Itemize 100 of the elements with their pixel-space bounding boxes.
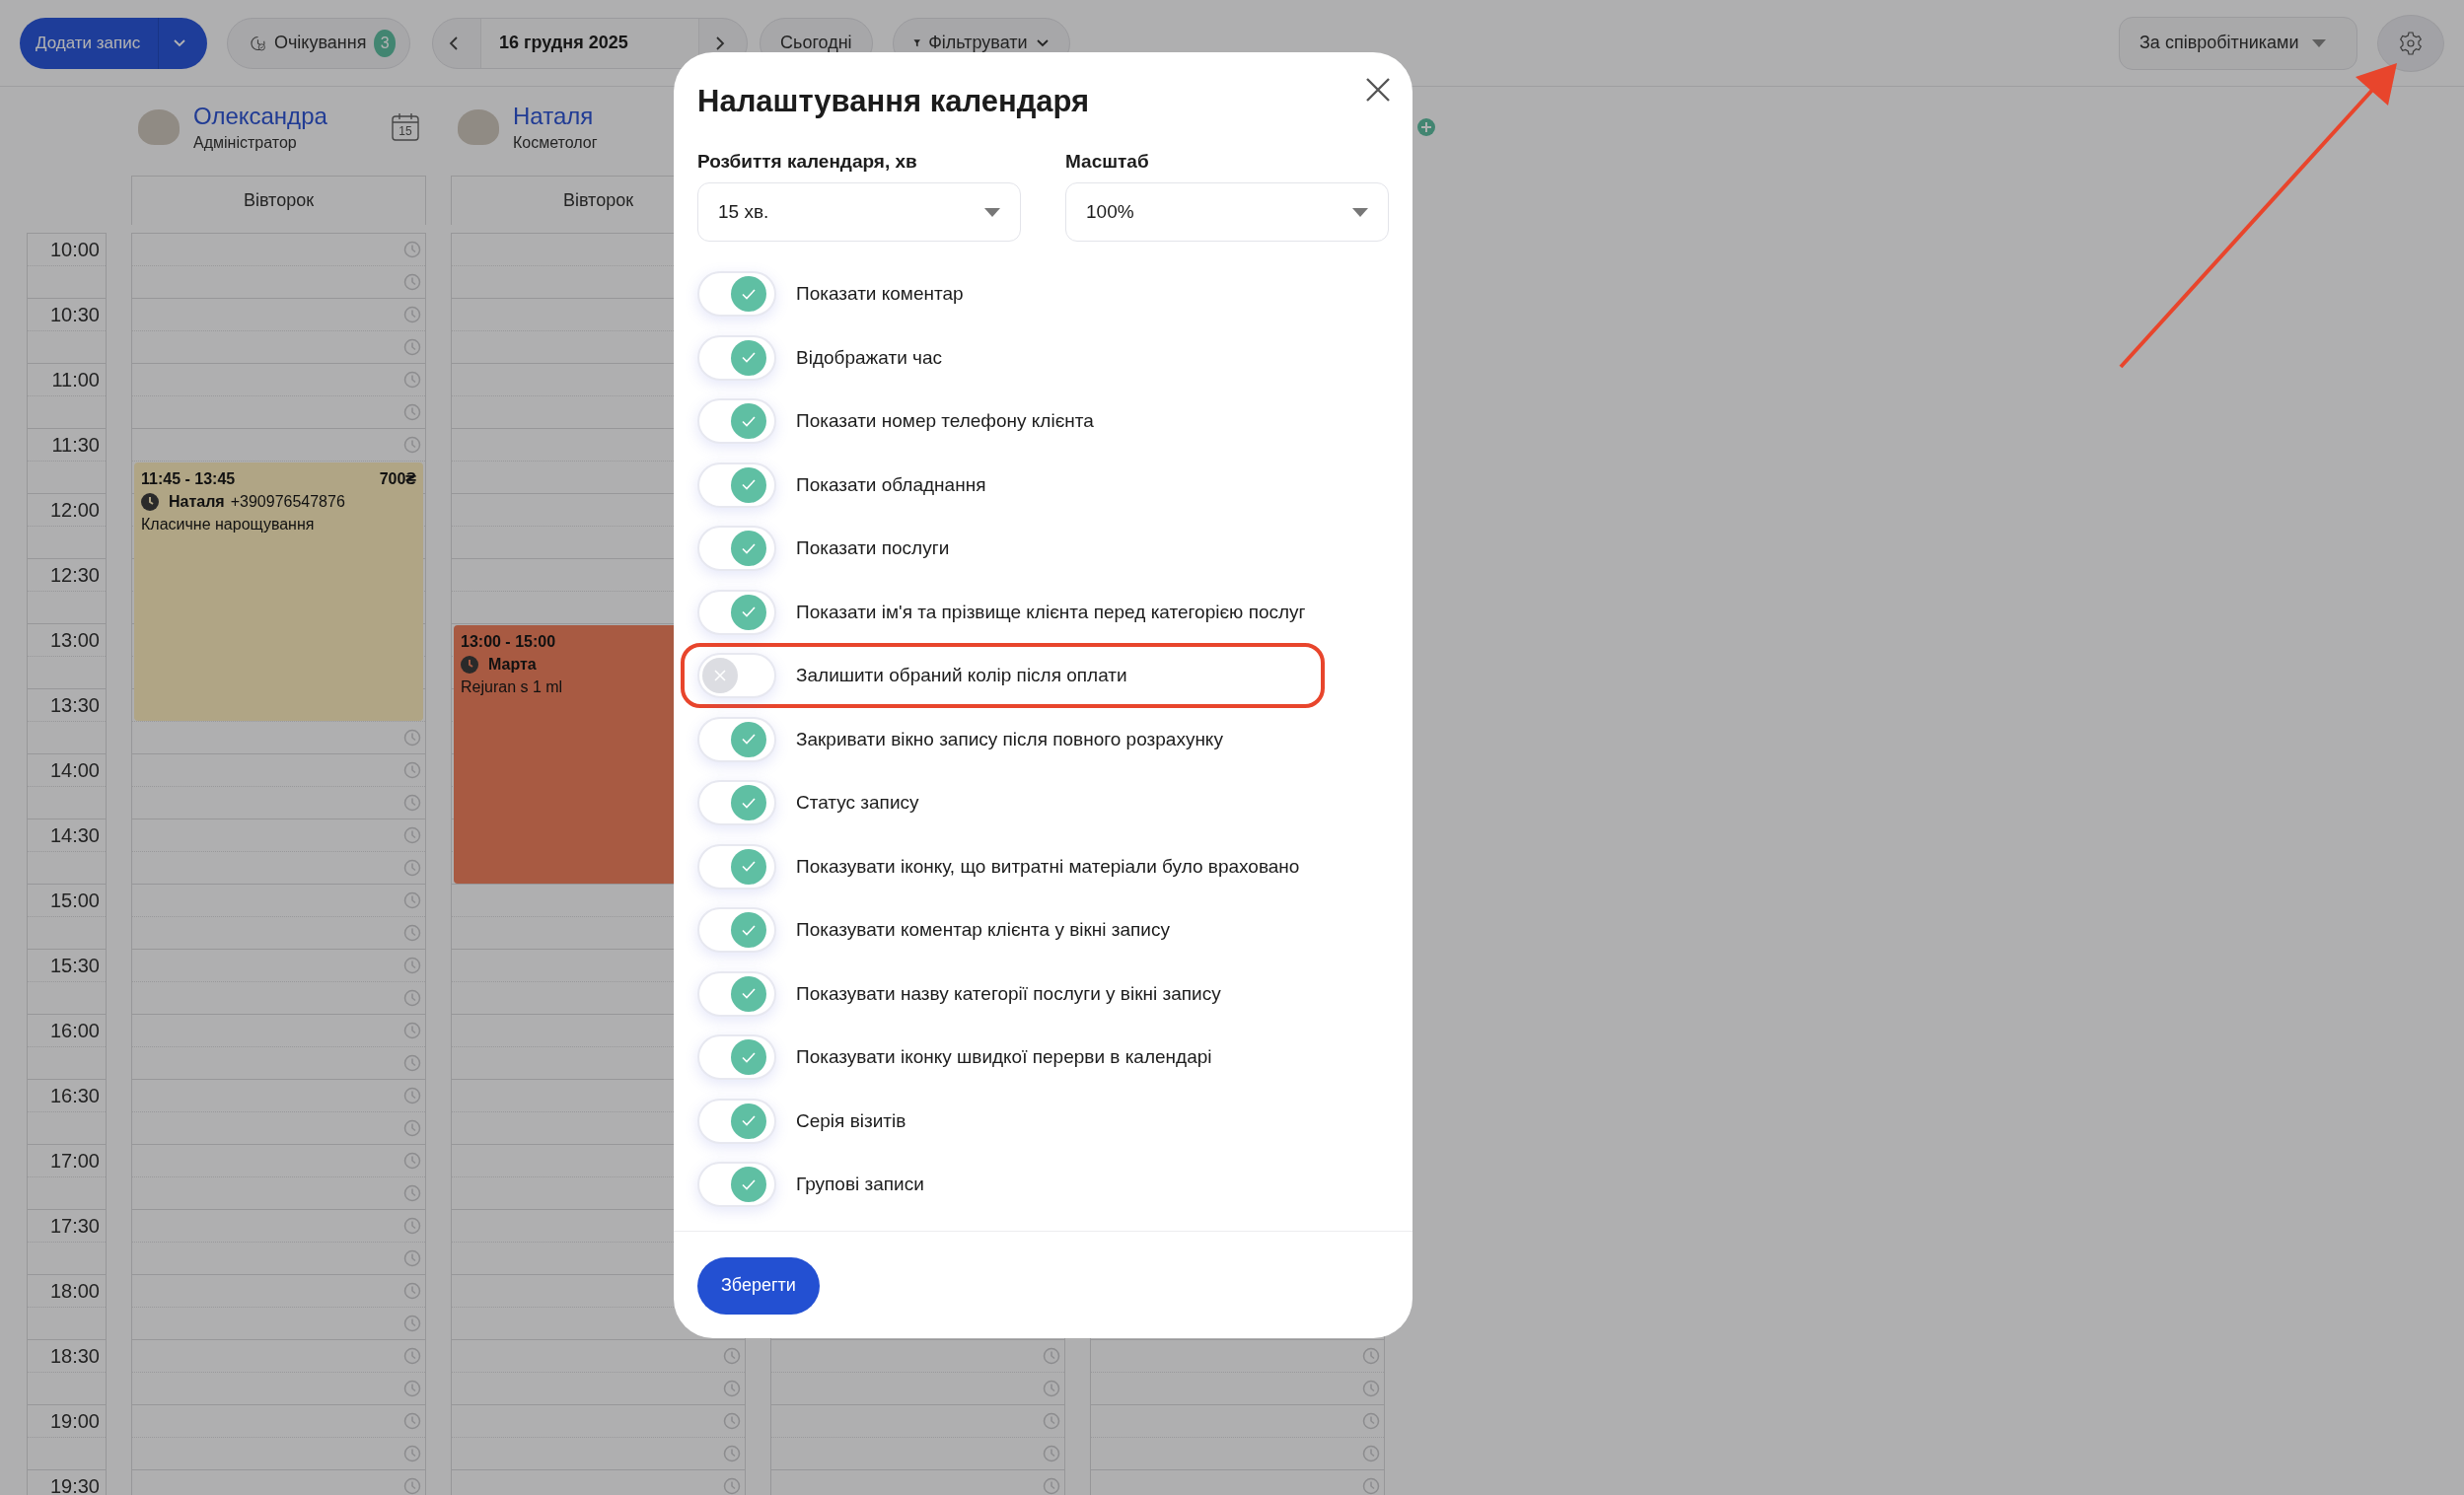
select-field[interactable]: 100% bbox=[1065, 182, 1389, 242]
toggle-switch[interactable] bbox=[697, 1162, 776, 1208]
time-label: 15:30 bbox=[48, 954, 101, 978]
check-icon bbox=[742, 861, 756, 873]
clock-icon bbox=[723, 1477, 741, 1495]
check-icon bbox=[742, 479, 756, 491]
clock-icon bbox=[403, 1380, 421, 1397]
plus-icon[interactable] bbox=[1417, 118, 1435, 136]
check-icon bbox=[742, 542, 756, 554]
staff-name[interactable]: Наталя bbox=[513, 103, 598, 130]
time-label: 14:30 bbox=[48, 823, 101, 848]
clock-icon bbox=[403, 1445, 421, 1462]
clock-icon bbox=[403, 1184, 421, 1202]
view-select[interactable]: За співробітниками bbox=[2119, 16, 2357, 70]
toggle-switch[interactable] bbox=[697, 589, 776, 635]
time-label: 15:00 bbox=[48, 889, 101, 913]
dropdown-toggle[interactable] bbox=[158, 17, 207, 69]
time-label: 11:30 bbox=[50, 433, 101, 458]
check-icon bbox=[742, 352, 756, 364]
clock-icon bbox=[1043, 1412, 1060, 1430]
clock-icon bbox=[1362, 1380, 1380, 1397]
select-field[interactable]: 15 хв. bbox=[697, 182, 1021, 242]
appointment-card[interactable]: 11:45 - 13:45 700₴ Наталя +390976547876 Класичне нарощування bbox=[134, 463, 423, 721]
clock-icon bbox=[723, 1347, 741, 1365]
clock-icon bbox=[723, 1412, 741, 1430]
add-entry-button[interactable]: Додати запис bbox=[20, 17, 158, 69]
clock-icon bbox=[723, 1445, 741, 1462]
clock-icon bbox=[1043, 1380, 1060, 1397]
time-label: 12:30 bbox=[48, 563, 101, 588]
time-label: 19:00 bbox=[48, 1409, 101, 1434]
option-label: Показувати іконку, що витратні матеріали було враховано bbox=[796, 855, 1300, 878]
clock-icon bbox=[403, 1054, 421, 1072]
time-label: 18:30 bbox=[48, 1344, 101, 1369]
clock-icon bbox=[1043, 1445, 1060, 1462]
field-label: Розбиття календаря, хв bbox=[697, 151, 918, 173]
chevron-left-icon bbox=[449, 35, 459, 51]
appointment-time: 13:00 - 15:00 bbox=[461, 633, 556, 651]
toggle-switch[interactable] bbox=[697, 1034, 776, 1081]
toggle-switch[interactable] bbox=[697, 526, 776, 572]
time-label: 14:00 bbox=[48, 758, 101, 783]
service-name: Класичне нарощування bbox=[141, 516, 316, 534]
toggle-switch[interactable] bbox=[697, 780, 776, 826]
toggle-switch[interactable] bbox=[697, 398, 776, 445]
field-label: Масштаб bbox=[1065, 151, 1150, 173]
clock-icon bbox=[403, 826, 421, 844]
toggle-switch[interactable] bbox=[697, 970, 776, 1017]
time-label: 18:00 bbox=[48, 1279, 101, 1304]
clock-icon bbox=[403, 241, 421, 258]
toggle-switch[interactable] bbox=[697, 462, 776, 508]
option-label: Показати коментар bbox=[796, 283, 964, 306]
clock-icon bbox=[723, 1380, 741, 1397]
toggle-switch[interactable] bbox=[697, 907, 776, 954]
time-label: 11:00 bbox=[50, 368, 101, 392]
option-label: Серія візитів bbox=[796, 1109, 906, 1132]
clock-icon bbox=[403, 1347, 421, 1365]
option-label: Показати обладнання bbox=[796, 473, 986, 496]
toggle-switch[interactable] bbox=[697, 843, 776, 890]
option-label: Показувати коментар клієнта у вікні запису bbox=[796, 919, 1170, 942]
dropdown-arrow-icon bbox=[984, 207, 1000, 217]
clock-icon bbox=[403, 761, 421, 779]
option-label: Відображати час bbox=[796, 346, 942, 369]
save-button[interactable]: Зберегти bbox=[697, 1256, 820, 1315]
clock-icon bbox=[1043, 1347, 1060, 1365]
option-label: Закривати вікно запису після повного розрахунку bbox=[796, 728, 1223, 750]
clock-icon bbox=[403, 891, 421, 909]
toggle-switch[interactable] bbox=[697, 271, 776, 318]
clock-icon bbox=[403, 1217, 421, 1235]
avatar-placeholder bbox=[458, 109, 499, 145]
check-icon bbox=[742, 606, 756, 618]
check-icon bbox=[742, 988, 756, 1000]
cross-icon bbox=[714, 670, 726, 682]
time-label: 13:30 bbox=[48, 693, 101, 718]
waitlist-button[interactable]: Очікування 3 bbox=[227, 17, 410, 69]
toggle-switch[interactable] bbox=[697, 334, 776, 381]
clock-icon bbox=[1362, 1412, 1380, 1430]
clock-icon bbox=[461, 656, 478, 674]
chevron-icon bbox=[1035, 38, 1050, 47]
clock-icon bbox=[403, 859, 421, 877]
dropdown-arrow-icon bbox=[2312, 38, 2327, 47]
date-label: 16 грудня 2025 bbox=[480, 18, 699, 68]
staff-role: Адміністратор bbox=[193, 134, 298, 152]
staff-name[interactable]: Олександра bbox=[193, 103, 327, 130]
option-label: Статус запису bbox=[796, 792, 919, 815]
option-label: Показати послуги bbox=[796, 537, 950, 560]
clock-icon bbox=[1043, 1477, 1060, 1495]
time-label: 10:00 bbox=[48, 238, 101, 262]
toggle-switch[interactable] bbox=[697, 1098, 776, 1144]
option-label: Показати ім'я та прізвище клієнта перед категорією послуг bbox=[796, 601, 1306, 623]
count-badge: 3 bbox=[374, 29, 396, 57]
time-label: 19:30 bbox=[48, 1474, 101, 1495]
calendar-icon[interactable]: 15 bbox=[391, 112, 420, 142]
time-label: 17:30 bbox=[48, 1214, 101, 1239]
toggle-switch[interactable] bbox=[697, 653, 776, 699]
clock-icon bbox=[403, 1249, 421, 1267]
clock-icon bbox=[403, 729, 421, 747]
check-icon bbox=[742, 1051, 756, 1063]
toggle-switch[interactable] bbox=[697, 716, 776, 762]
clock-icon bbox=[403, 1022, 421, 1039]
clock-icon bbox=[403, 1282, 421, 1300]
check-icon bbox=[742, 734, 756, 746]
